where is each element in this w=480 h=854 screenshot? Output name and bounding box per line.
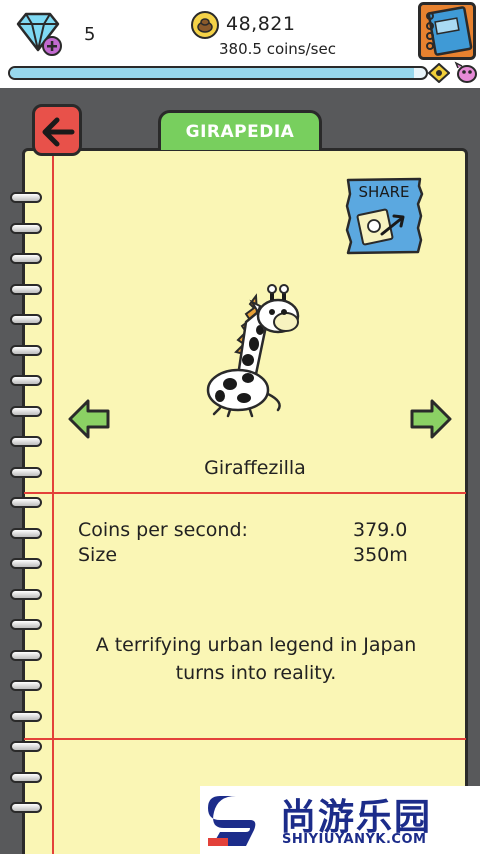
- binding-ring: [10, 253, 42, 264]
- binding-ring: [10, 711, 42, 722]
- back-button[interactable]: [32, 104, 82, 156]
- binding-ring: [10, 558, 42, 569]
- binding-ring: [10, 802, 42, 813]
- mascot-icon: [454, 61, 477, 83]
- page-rule: [24, 492, 466, 494]
- binding-ring: [10, 650, 42, 661]
- stat-value-coins: 379.0: [353, 519, 408, 541]
- binding-ring: [10, 741, 42, 752]
- binding-ring: [10, 223, 42, 234]
- binding-ring: [10, 436, 42, 447]
- giraffe-description: A terrifying urban legend in Japan turns…: [56, 631, 456, 687]
- progress-fill: [10, 68, 414, 78]
- description-line: A terrifying urban legend in Japan: [95, 634, 417, 656]
- binding-ring: [10, 284, 42, 295]
- site-watermark: 尚游乐园 SHIYIUYANYK.COM: [200, 786, 480, 854]
- binding-ring: [10, 345, 42, 356]
- coin-rate: 380.5 coins/sec: [219, 40, 336, 58]
- watermark-logo-icon: [208, 796, 262, 846]
- share-label: SHARE: [358, 183, 410, 201]
- binding-ring: [10, 528, 42, 539]
- evolution-progress-bar: [8, 66, 428, 80]
- tab-title: GIRAPEDIA: [185, 122, 295, 142]
- stat-label-coins: Coins per second:: [78, 519, 248, 541]
- binding-ring: [10, 406, 42, 417]
- coin-count: 48,821: [226, 13, 296, 35]
- stat-value-size: 350m: [353, 544, 408, 566]
- previous-giraffe-button[interactable]: [66, 398, 112, 440]
- page-margin-line: [52, 148, 54, 854]
- binding-ring: [10, 589, 42, 600]
- coin-icon: [191, 11, 219, 39]
- top-bar: 5 48,821 380.5 coins/sec: [0, 0, 480, 88]
- page-rule: [24, 738, 466, 740]
- binding-ring: [10, 619, 42, 630]
- next-giraffe-button[interactable]: [408, 398, 454, 440]
- giraffe-name: Giraffezilla: [204, 457, 306, 479]
- watermark-subtitle: SHIYIUYANYK.COM: [282, 832, 427, 847]
- hazard-icon: [428, 63, 450, 83]
- binding-ring: [10, 772, 42, 783]
- description-line: turns into reality.: [175, 662, 337, 684]
- binding-ring: [10, 497, 42, 508]
- tab-girapedia: GIRAPEDIA: [158, 110, 322, 150]
- book-button[interactable]: [418, 2, 476, 60]
- binding-ring: [10, 314, 42, 325]
- back-arrow-icon: [42, 117, 75, 147]
- stat-label-size: Size: [78, 544, 118, 566]
- binding-ring: [10, 375, 42, 386]
- gem-icon[interactable]: [12, 10, 64, 56]
- binding-ring: [10, 192, 42, 203]
- giraffe-illustration: [206, 284, 300, 418]
- gem-count: 5: [84, 24, 96, 45]
- binding-ring: [10, 680, 42, 691]
